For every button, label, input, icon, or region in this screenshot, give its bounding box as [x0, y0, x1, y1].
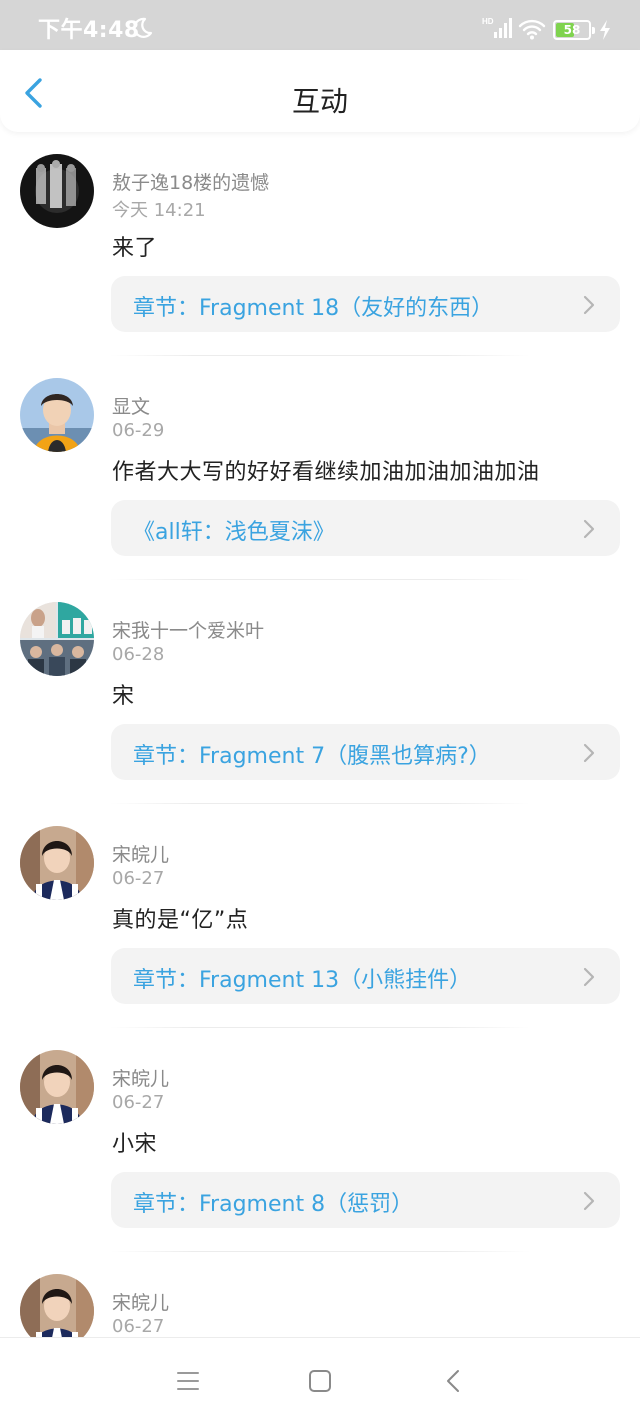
- chevron-right-icon: [583, 295, 595, 315]
- comment-feed[interactable]: 敖子逸18楼的遗憾 今天 14:21 来了 章节：Fragment 18（友好的…: [0, 132, 640, 1337]
- comment-date: 06-27: [112, 1316, 165, 1337]
- comment-item: 宋皖儿 06-27 真的是“亿”点 章节：Fragment 13（小熊挂件）: [0, 804, 640, 1028]
- comment-text: 小宋: [112, 1132, 158, 1157]
- chevron-right-icon: [583, 743, 595, 763]
- status-time: 下午4:48: [38, 18, 140, 43]
- chevron-right-icon: [583, 1191, 595, 1211]
- avatar-image: [20, 378, 94, 452]
- comment-item: 显文 06-29 作者大大写的好好看继续加油加油加油加油 《all轩：浅色夏沫》: [0, 356, 640, 580]
- comment-date: 今天 14:21: [112, 200, 206, 221]
- battery-icon: 58: [553, 20, 595, 40]
- avatar[interactable]: [20, 1274, 94, 1337]
- comment-date: 06-29: [112, 420, 165, 441]
- avatar[interactable]: [20, 1050, 94, 1124]
- chapter-link-text: 章节：Fragment 13（小熊挂件）: [133, 968, 472, 993]
- comment-date: 06-28: [112, 644, 165, 665]
- chapter-link[interactable]: 章节：Fragment 13（小熊挂件）: [111, 948, 620, 1004]
- chapter-link-text: 章节：Fragment 8（惩罚）: [133, 1192, 414, 1217]
- system-nav-bar: [0, 1337, 640, 1422]
- svg-text:HD: HD: [482, 17, 494, 26]
- username[interactable]: 宋皖儿: [112, 1288, 169, 1315]
- comment-item: 宋皖儿 06-27: [0, 1252, 640, 1337]
- username[interactable]: 敖子逸18楼的遗憾: [112, 168, 269, 195]
- chapter-link[interactable]: 章节：Fragment 8（惩罚）: [111, 1172, 620, 1228]
- username[interactable]: 宋皖儿: [112, 840, 169, 867]
- avatar[interactable]: [20, 378, 94, 452]
- signal-icon: HD: [482, 17, 512, 38]
- comment-text: 来了: [112, 236, 158, 261]
- avatar[interactable]: [20, 154, 94, 228]
- chapter-link[interactable]: 章节：Fragment 7（腹黑也算病?）: [111, 724, 620, 780]
- charging-icon: [600, 20, 610, 40]
- avatar-image: [20, 826, 94, 900]
- username[interactable]: 宋皖儿: [112, 1064, 169, 1091]
- app-screen: 下午4:48 HD 58 互动 敖子逸18楼的遗憾 今天 14:21 来了 章节…: [0, 0, 640, 1422]
- comment-text: 作者大大写的好好看继续加油加油加油加油: [112, 460, 540, 485]
- avatar-image: [20, 154, 94, 228]
- comment-date: 06-27: [112, 1092, 165, 1113]
- comment-date: 06-27: [112, 868, 165, 889]
- menu-icon[interactable]: [174, 1368, 202, 1394]
- chapter-link-text: 章节：Fragment 7（腹黑也算病?）: [133, 744, 491, 769]
- comment-item: 敖子逸18楼的遗憾 今天 14:21 来了 章节：Fragment 18（友好的…: [0, 132, 640, 356]
- avatar-image: [20, 602, 94, 676]
- chapter-link-text: 《all轩：浅色夏沫》: [133, 520, 335, 545]
- chapter-link-text: 章节：Fragment 18（友好的东西）: [133, 296, 494, 321]
- home-square-icon[interactable]: [306, 1368, 334, 1394]
- back-triangle-icon[interactable]: [440, 1368, 468, 1394]
- username[interactable]: 宋我十一个爱米叶: [112, 616, 264, 643]
- comment-text: 宋: [112, 684, 135, 709]
- avatar-image: [20, 1050, 94, 1124]
- wifi-icon: [518, 19, 546, 40]
- battery-level: 58: [563, 23, 581, 37]
- comment-item: 宋皖儿 06-27 小宋 章节：Fragment 8（惩罚）: [0, 1028, 640, 1252]
- status-bar: 下午4:48 HD 58: [0, 0, 640, 50]
- header: 互动: [0, 50, 640, 132]
- comment-item: 宋我十一个爱米叶 06-28 宋 章节：Fragment 7（腹黑也算病?）: [0, 580, 640, 804]
- avatar[interactable]: [20, 826, 94, 900]
- chapter-link[interactable]: 章节：Fragment 18（友好的东西）: [111, 276, 620, 332]
- page-title: 互动: [291, 85, 348, 118]
- avatar[interactable]: [20, 602, 94, 676]
- chapter-link[interactable]: 《all轩：浅色夏沫》: [111, 500, 620, 556]
- comment-text: 真的是“亿”点: [112, 908, 249, 933]
- moon-icon: [133, 17, 153, 38]
- username[interactable]: 显文: [112, 392, 150, 419]
- avatar-image: [20, 1274, 94, 1337]
- chevron-right-icon: [583, 967, 595, 987]
- chevron-right-icon: [583, 519, 595, 539]
